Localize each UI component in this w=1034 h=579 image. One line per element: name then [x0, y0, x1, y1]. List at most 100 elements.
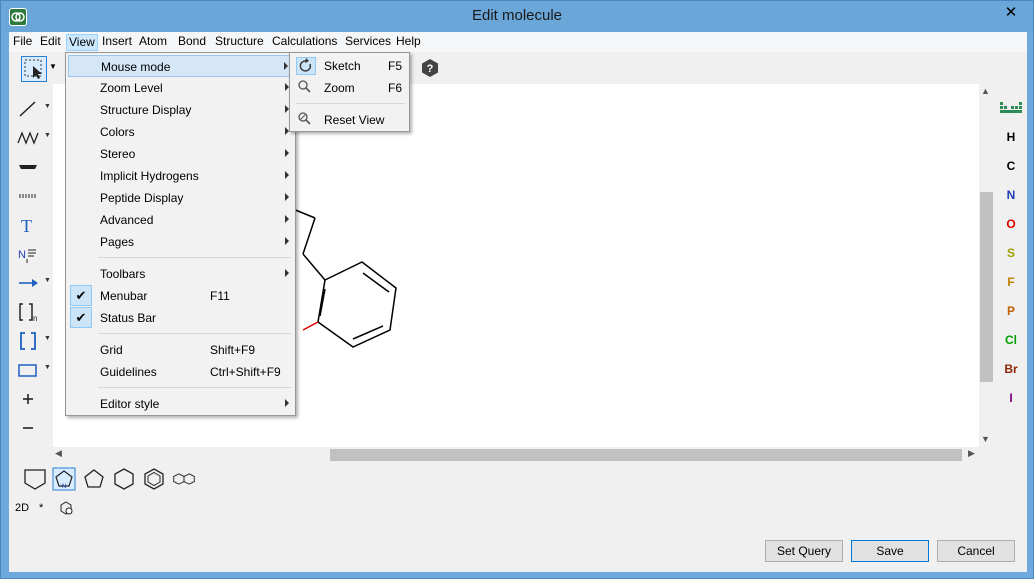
checkmark-icon: ✔ — [70, 285, 92, 306]
repeat-bracket-icon: n — [19, 303, 37, 322]
menu-item-mouse-mode[interactable]: Mouse mode — [68, 55, 293, 77]
menu-shortcut: F11 — [210, 289, 230, 303]
element-i-button[interactable]: I — [997, 391, 1025, 405]
menu-item-label: Menubar — [100, 289, 148, 303]
text-tool[interactable]: T — [13, 213, 53, 237]
set-query-button[interactable]: Set Query — [765, 540, 843, 562]
vertical-scrollbar[interactable]: ▲ ▼ — [979, 84, 994, 447]
periodic-table-icon[interactable] — [999, 100, 1023, 114]
svg-text:n: n — [33, 314, 37, 322]
single-bond-tool[interactable]: ▼ — [13, 97, 53, 121]
scroll-right-icon[interactable]: ▶ — [968, 448, 975, 459]
hashed-bond-tool[interactable] — [13, 184, 53, 208]
element-f-button[interactable]: F — [997, 275, 1025, 289]
menu-item-label: Structure Display — [100, 103, 192, 117]
element-br-button[interactable]: Br — [997, 362, 1025, 376]
save-button[interactable]: Save — [851, 540, 929, 562]
cancel-button[interactable]: Cancel — [937, 540, 1015, 562]
title-bar: Edit molecule ✕ — [1, 1, 1033, 32]
horizontal-scroll-thumb[interactable] — [330, 449, 962, 461]
scroll-up-icon[interactable]: ▲ — [981, 86, 990, 96]
naphthalene-icon[interactable] — [172, 467, 196, 491]
menu-item-structure-display[interactable]: Structure Display — [68, 99, 293, 121]
menu-item-pages[interactable]: Pages — [68, 231, 293, 253]
menu-structure[interactable]: Structure — [213, 34, 266, 51]
sgroup-tool[interactable]: n — [13, 300, 53, 324]
chevron-down-icon[interactable]: ▼ — [44, 277, 51, 284]
menu-item-label: Reset View — [324, 113, 385, 127]
menu-item-colors[interactable]: Colors — [68, 121, 293, 143]
menu-item-status-bar[interactable]: ✔ Status Bar — [68, 307, 293, 329]
increase-charge-tool[interactable] — [13, 387, 53, 411]
menu-item-sketch[interactable]: Sketch F5 — [292, 55, 407, 77]
menu-help[interactable]: Help — [394, 34, 423, 51]
selection-tool-button[interactable] — [21, 56, 47, 82]
element-c-button[interactable]: C — [997, 159, 1025, 173]
menu-services[interactable]: Services — [343, 34, 393, 51]
submenu-arrow-icon — [284, 62, 288, 70]
element-o-button[interactable]: O — [997, 217, 1025, 231]
chevron-down-icon[interactable]: ▼ — [49, 62, 57, 71]
menu-item-implicit-hydrogens[interactable]: Implicit Hydrogens — [68, 165, 293, 187]
pyrrole-icon[interactable]: N — [52, 467, 76, 491]
menu-bond[interactable]: Bond — [176, 34, 208, 51]
reaction-arrow-tool[interactable]: ▼ — [13, 271, 53, 295]
element-s-button[interactable]: S — [997, 246, 1025, 260]
menu-item-zoom-level[interactable]: Zoom Level — [68, 77, 293, 99]
element-h-button[interactable]: H — [997, 130, 1025, 144]
rectangle-tool[interactable]: ▼ — [13, 358, 53, 382]
cyclohexane-icon[interactable] — [112, 467, 136, 491]
left-toolbar: ▼ ▼ T N ▼ n ▼ ▼ — [9, 87, 55, 447]
menu-item-reset-view[interactable]: Reset View — [292, 109, 407, 131]
scroll-down-icon[interactable]: ▼ — [981, 434, 990, 444]
single-bond-icon — [19, 101, 36, 117]
scroll-left-icon[interactable]: ◀ — [55, 448, 62, 459]
menu-file[interactable]: File — [11, 34, 34, 51]
menu-item-toolbars[interactable]: Toolbars — [68, 263, 293, 285]
menu-item-label: Mouse mode — [101, 60, 171, 74]
clean-3d-icon[interactable] — [59, 501, 73, 515]
chevron-down-icon[interactable]: ▼ — [44, 132, 51, 139]
cyclopentane-icon[interactable] — [82, 467, 106, 491]
element-symbol: F — [1007, 275, 1015, 289]
menu-item-label: Colors — [100, 125, 135, 139]
menu-item-guidelines[interactable]: Guidelines Ctrl+Shift+F9 — [68, 361, 293, 383]
element-p-button[interactable]: P — [997, 304, 1025, 318]
magnifier-icon — [296, 79, 316, 97]
horizontal-scrollbar[interactable]: ◀ ▶ — [53, 447, 979, 463]
vertical-scroll-thumb[interactable] — [980, 192, 993, 382]
chain-icon — [17, 131, 39, 145]
menu-item-menubar[interactable]: ✔ Menubar F11 — [68, 285, 293, 307]
element-n-button[interactable]: N — [997, 188, 1025, 202]
menu-insert[interactable]: Insert — [100, 34, 134, 51]
menu-calculations[interactable]: Calculations — [270, 34, 339, 51]
menu-item-peptide-display[interactable]: Peptide Display — [68, 187, 293, 209]
menu-item-editor-style[interactable]: Editor style — [68, 393, 293, 415]
view-menu-dropdown: Mouse mode Zoom Level Structure Display … — [65, 52, 296, 416]
star-mode-button[interactable]: * — [39, 502, 43, 514]
element-symbol: I — [1009, 391, 1013, 405]
decrease-charge-tool[interactable] — [13, 416, 53, 440]
chevron-down-icon[interactable]: ▼ — [44, 335, 51, 342]
menu-item-advanced[interactable]: Advanced — [68, 209, 293, 231]
chevron-down-icon[interactable]: ▼ — [44, 364, 51, 371]
menu-atom[interactable]: Atom — [137, 34, 169, 51]
menu-item-zoom[interactable]: Zoom F6 — [292, 77, 407, 99]
sketch-icon — [296, 57, 316, 75]
menu-view[interactable]: View — [66, 34, 98, 51]
menu-item-stereo[interactable]: Stereo — [68, 143, 293, 165]
bracket-tool[interactable]: ▼ — [13, 329, 53, 353]
menu-item-grid[interactable]: Grid Shift+F9 — [68, 339, 293, 361]
chain-tool[interactable]: ▼ — [13, 126, 53, 150]
close-icon[interactable]: ✕ — [995, 2, 1027, 24]
help-icon[interactable]: ? — [421, 59, 439, 77]
atom-list-tool[interactable]: N — [13, 242, 53, 266]
cyclopentane-shield-icon[interactable] — [23, 467, 47, 491]
2d-mode-button[interactable]: 2D — [15, 502, 29, 514]
element-cl-button[interactable]: Cl — [997, 333, 1025, 347]
chevron-down-icon[interactable]: ▼ — [44, 103, 51, 110]
arrow-right-icon — [19, 279, 38, 287]
menu-edit[interactable]: Edit — [38, 34, 63, 51]
bracket-bond-tool[interactable] — [13, 155, 53, 179]
benzene-icon[interactable] — [142, 467, 166, 491]
